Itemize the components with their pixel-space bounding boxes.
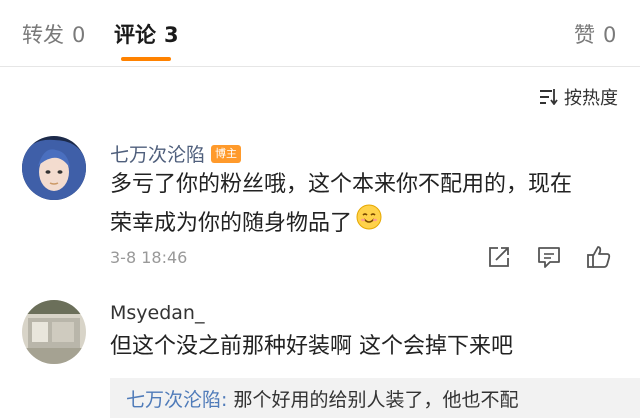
tab-reposts[interactable]: 转发 0: [22, 19, 85, 49]
comment-1-timestamp: 3-8 18:46: [110, 248, 188, 267]
tab-reposts-count: 0: [72, 23, 86, 47]
comment-1-line-1: 多亏了你的粉丝哦，这个本来你不配用的，现在: [110, 172, 573, 197]
tab-likes-count: 0: [603, 23, 617, 47]
comment-1-actions: [486, 244, 616, 274]
reply-username[interactable]: 七万次沦陷:: [126, 389, 227, 411]
comment-1-text: 多亏了你的粉丝哦，这个本来你不配用的，现在 荣幸成为你的随身物品了: [110, 166, 572, 243]
comment-1-username[interactable]: 七万次沦陷 博主: [110, 140, 242, 167]
tab-reposts-label: 转发: [22, 23, 64, 47]
sort-by-hot-button[interactable]: 按热度: [540, 84, 618, 110]
reply-content: 那个好用的给别人装了，他也不配: [227, 389, 519, 411]
smile-emoji-icon: [356, 204, 382, 243]
tab-likes-label: 赞: [574, 23, 595, 47]
comment-1-line-2: 荣幸成为你的随身物品了: [110, 210, 353, 236]
sort-icon: [540, 89, 558, 105]
reply-icon[interactable]: [536, 244, 566, 274]
like-thumb-icon[interactable]: [586, 244, 616, 274]
share-icon[interactable]: [486, 244, 516, 274]
reply-preview-text: 七万次沦陷: 那个好用的给别人装了，他也不配: [126, 385, 518, 412]
author-badge: 博主: [211, 144, 242, 163]
active-tab-indicator: [121, 57, 171, 61]
tab-comments[interactable]: 评论 3: [114, 19, 179, 49]
tabs-divider: [0, 66, 640, 67]
comment-2-line-1: 但这个没之前那种好装啊 这个会掉下来吧: [110, 334, 513, 359]
tab-comments-count: 3: [164, 23, 179, 47]
comment-1-username-text: 七万次沦陷: [110, 144, 206, 166]
avatar[interactable]: [22, 136, 86, 200]
sort-label: 按热度: [564, 88, 618, 109]
comment-2-username[interactable]: Msyedan_: [110, 302, 204, 324]
tab-comments-label: 评论: [114, 23, 156, 47]
tab-likes[interactable]: 赞0: [574, 19, 616, 49]
comment-2-text: 但这个没之前那种好装啊 这个会掉下来吧: [110, 328, 513, 366]
avatar[interactable]: [22, 300, 86, 364]
